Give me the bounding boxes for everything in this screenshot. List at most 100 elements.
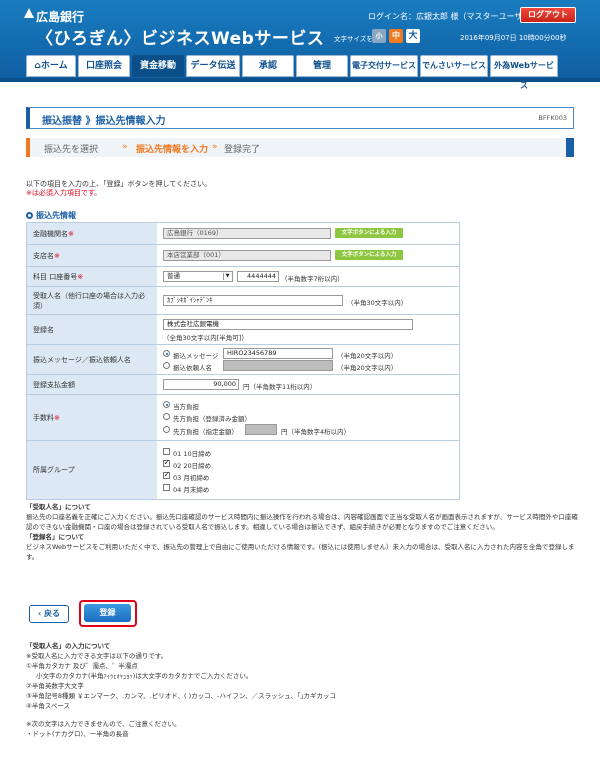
required-note: ※は必須入力項目です。 [26,189,102,197]
registered-name-input[interactable]: 株式会社広銀電機 [163,319,413,330]
message-option-label: 振込メッセージ [173,352,219,360]
fee-payee-registered-label: 先方負担（登録済み金額） [173,415,251,423]
requester-option-label: 振込依頼人名 [173,364,212,372]
fee-amount-input[interactable] [245,424,277,435]
branch-field: 本店営業部（001） [163,250,331,261]
notes-block: 「受取人名」について 振込先の口座名義を正確にご入力ください。振込先口座確認のサ… [26,502,581,562]
page-title: 振込振替 》振込先情報入力 [42,116,166,127]
amount-label: 登録支払金額 [27,375,157,394]
fontsize-large-button[interactable]: 大 [406,29,420,43]
section-bullet-icon [26,212,33,219]
fee-payee-specified-radio[interactable] [163,426,170,433]
bank-label: 金融機関名 ※ [27,223,157,244]
nav-home[interactable]: ⌂ホーム [26,55,76,77]
nav-e-delivery[interactable]: 電子交付サービス [350,55,418,77]
group-label-04: 04 月末締め [173,486,210,494]
message-input[interactable]: HIRO23456789 [223,348,333,359]
nav-forex[interactable]: 外為Webサービス [490,55,558,90]
input-rules-line: ④半角スペース [26,702,71,710]
requester-radio[interactable] [163,362,170,369]
bank-text-input-button[interactable]: 文字ボタンによる入力 [335,228,403,238]
branch-text-input-button[interactable]: 文字ボタンによる入力 [335,250,403,260]
bank-name: 広島銀行 [36,10,85,24]
bank-logo-icon [24,8,34,18]
row-amount: 登録支払金額 90,000 円（半角数字11桁以内） [27,375,459,395]
fontsize-medium-button[interactable]: 中 [389,29,403,43]
row-registered-name: 登録名 株式会社広銀電機 （全角30文字以内[半角可]） [27,315,459,345]
group-label: 所属グループ [27,441,157,499]
input-rules-line: ③半角記号8種類 ￥エンマーク、.カンマ、.ピリオド、( )カッコ、-ハイフン、… [26,692,336,700]
nav-management[interactable]: 管理 [296,55,348,77]
nav-fund-transfer[interactable]: 資金移動 [132,55,184,77]
fee-payee-registered-radio[interactable] [163,413,170,420]
group-label-02: 02 20日締め [173,462,212,470]
account-label: 科目 口座番号 ※ [27,267,157,286]
input-rules-heading: 「受取人名」の入力について [26,642,111,650]
input-rules-line: ①半角カタカナ 及び゛濁点、゜半濁点 [26,662,138,670]
message-radio[interactable] [163,350,170,357]
row-payee: 受取人名（他行口座の場合は入力必須） ｶﾌﾞｼｷｶﾞｲｼｬﾃﾞﾝｷ （半角30文… [27,287,459,315]
fee-label: 手数料 ※ [27,395,157,440]
account-number-note: （半角数字7桁以内） [281,275,344,283]
message-note: （半角20文字以内） [337,352,398,360]
main-nav: ⌂ホーム 口座照会 資金移動 データ伝送 承認 管理 電子交付サービス でんさい… [26,55,560,90]
page-title-bar: 振込振替 》振込先情報入力 BFFK003 [26,107,574,129]
input-rules-line: ②半角英数字大文字 [26,682,84,690]
payee-note-text: 振込先の口座名義を正確にご入力ください。振込先口座確認のサービス時間内に振込操作… [26,513,578,531]
section-title: 振込先情報 [26,210,76,221]
step-arrow-icon: » [122,142,128,152]
requester-note: （半角20文字以内） [337,364,398,372]
payee-form: 金融機関名 ※ 広島銀行（0169） 文字ボタンによる入力 支店名 ※ 本店営業部（… [26,222,460,500]
requester-input[interactable] [223,360,333,371]
input-rules-line: ・ドット(ナカグロ)、一半角の長音 [26,730,129,738]
datetime: 2016年09月07日 10時00分00秒 [460,34,567,42]
account-type-select[interactable]: 普通 ▼ [163,271,233,282]
fee-payee-specified-label: 先方負担（指定金額） [173,428,238,436]
group-checkbox-03[interactable] [163,470,170,479]
nav-approval[interactable]: 承認 [242,55,294,77]
step-input-payee: 振込先情報を入力 [136,145,209,155]
chevron-down-icon: ▼ [223,273,231,280]
fee-own-radio[interactable] [163,401,170,408]
row-branch: 支店名 ※ 本店営業部（001） 文字ボタンによる入力 [27,245,459,267]
fee-amount-note: 円（半角数字4桁以内） [281,428,351,436]
registered-name-note: （全角30文字以内[半角可]） [163,334,248,342]
step-complete: 登録完了 [224,145,261,155]
account-number-input[interactable]: 4444444 [237,271,279,282]
registered-name-note-text: ビジネスWebサービスをご利用いただく中で、振込先の管理上で自由にご使用いただけ… [26,543,575,561]
input-rules-line: ※次の文字は入力できませんので、ご注意ください。 [26,720,181,728]
row-fee: 手数料 ※ 当方負担 先方負担（登録済み金額） 先方負担（指定金額） 円（半角数字… [27,395,459,441]
logout-button[interactable]: ログアウト [520,7,576,23]
row-message: 振込メッセージ／振込依頼人名 振込メッセージ HIRO23456789 （半角2… [27,345,459,375]
back-button[interactable]: ‹ 戻る [29,605,69,623]
step-arrow-icon: » [212,142,218,152]
login-user: ログイン名：広銀太郎 様（マスターユーザ） [368,12,531,21]
payee-name-note: （半角30文字以内） [347,299,408,307]
registered-name-label: 登録名 [27,315,157,344]
step-indicator: 振込先を選択 » 振込先情報を入力 » 登録完了 [26,138,574,157]
group-checkbox-01[interactable] [163,448,170,455]
nav-data-transmission[interactable]: データ伝送 [186,55,240,77]
header: 広島銀行 〈ひろぎん〉ビジネスWebサービス ログイン名：広銀太郎 様（マスター… [0,0,600,90]
row-account: 科目 口座番号 ※ 普通 ▼ 4444444 （半角数字7桁以内） [27,267,459,287]
step-select-payee: 振込先を選択 [44,145,99,155]
group-label-03: 03 月初締め [173,474,210,482]
payee-note-heading: 「受取人名」について [26,503,91,511]
chevron-left-icon: ‹ [37,609,42,618]
register-button[interactable]: 登録 [84,604,131,622]
amount-input[interactable]: 90,000 [163,379,239,390]
amount-note: 円（半角数字11桁以内） [243,383,317,391]
nav-densai[interactable]: でんさいサービス [420,55,488,77]
fontsize-small-button[interactable]: 小 [372,29,386,43]
screen-id: BFFK003 [538,114,567,122]
registered-name-note-heading: 「登録名」について [26,533,85,541]
group-checkbox-02[interactable] [163,458,170,467]
fee-own-label: 当方負担 [173,403,199,411]
step-end-marker [566,138,574,157]
payee-name-input[interactable]: ｶﾌﾞｼｷｶﾞｲｼｬﾃﾞﾝｷ [163,295,343,306]
bank-field: 広島銀行（0169） [163,228,331,239]
nav-account-inquiry[interactable]: 口座照会 [78,55,130,77]
group-checkbox-04[interactable] [163,484,170,491]
service-name: 〈ひろぎん〉ビジネスWebサービス [36,29,325,49]
row-bank: 金融機関名 ※ 広島銀行（0169） 文字ボタンによる入力 [27,223,459,245]
